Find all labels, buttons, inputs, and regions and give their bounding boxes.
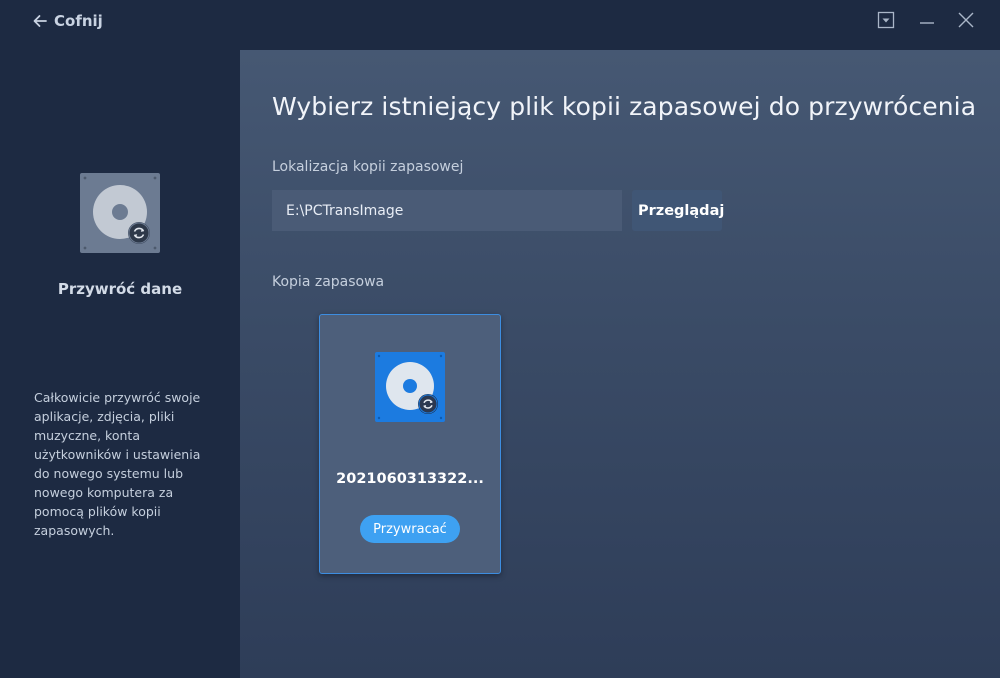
dropdown-button[interactable]: [876, 0, 896, 40]
disk-restore-icon: [80, 173, 160, 253]
main-panel: Wybierz istniejący plik kopii zapasowej …: [240, 50, 1000, 678]
back-button[interactable]: Cofnij: [32, 10, 103, 32]
close-icon: [958, 12, 974, 28]
page-title: Wybierz istniejący plik kopii zapasowej …: [272, 92, 977, 121]
sidebar: Przywróć dane Całkowicie przywróć swoje …: [0, 50, 240, 678]
restore-button[interactable]: Przywracać: [360, 515, 460, 543]
backup-location-input[interactable]: [272, 190, 622, 231]
backup-name: 2021060313322...: [336, 471, 484, 487]
dropdown-icon: [877, 11, 895, 29]
sidebar-description: Całkowicie przywróć swoje aplikacje, zdj…: [34, 390, 201, 538]
title-bar: Cofnij: [0, 0, 1000, 50]
location-label: Lokalizacja kopii zapasowej: [272, 159, 464, 175]
close-button[interactable]: [955, 0, 977, 40]
disk-restore-icon: [375, 352, 445, 422]
sidebar-title: Przywróć dane: [57, 280, 183, 298]
arrow-left-icon: [33, 15, 47, 27]
backup-card[interactable]: 2021060313322... Przywracać: [319, 314, 501, 574]
backup-label: Kopia zapasowa: [272, 274, 385, 290]
browse-button[interactable]: Przeglądaj: [632, 190, 724, 231]
minimize-icon: [920, 22, 934, 24]
minimize-button[interactable]: [916, 0, 938, 40]
back-label: Cofnij: [54, 12, 103, 30]
